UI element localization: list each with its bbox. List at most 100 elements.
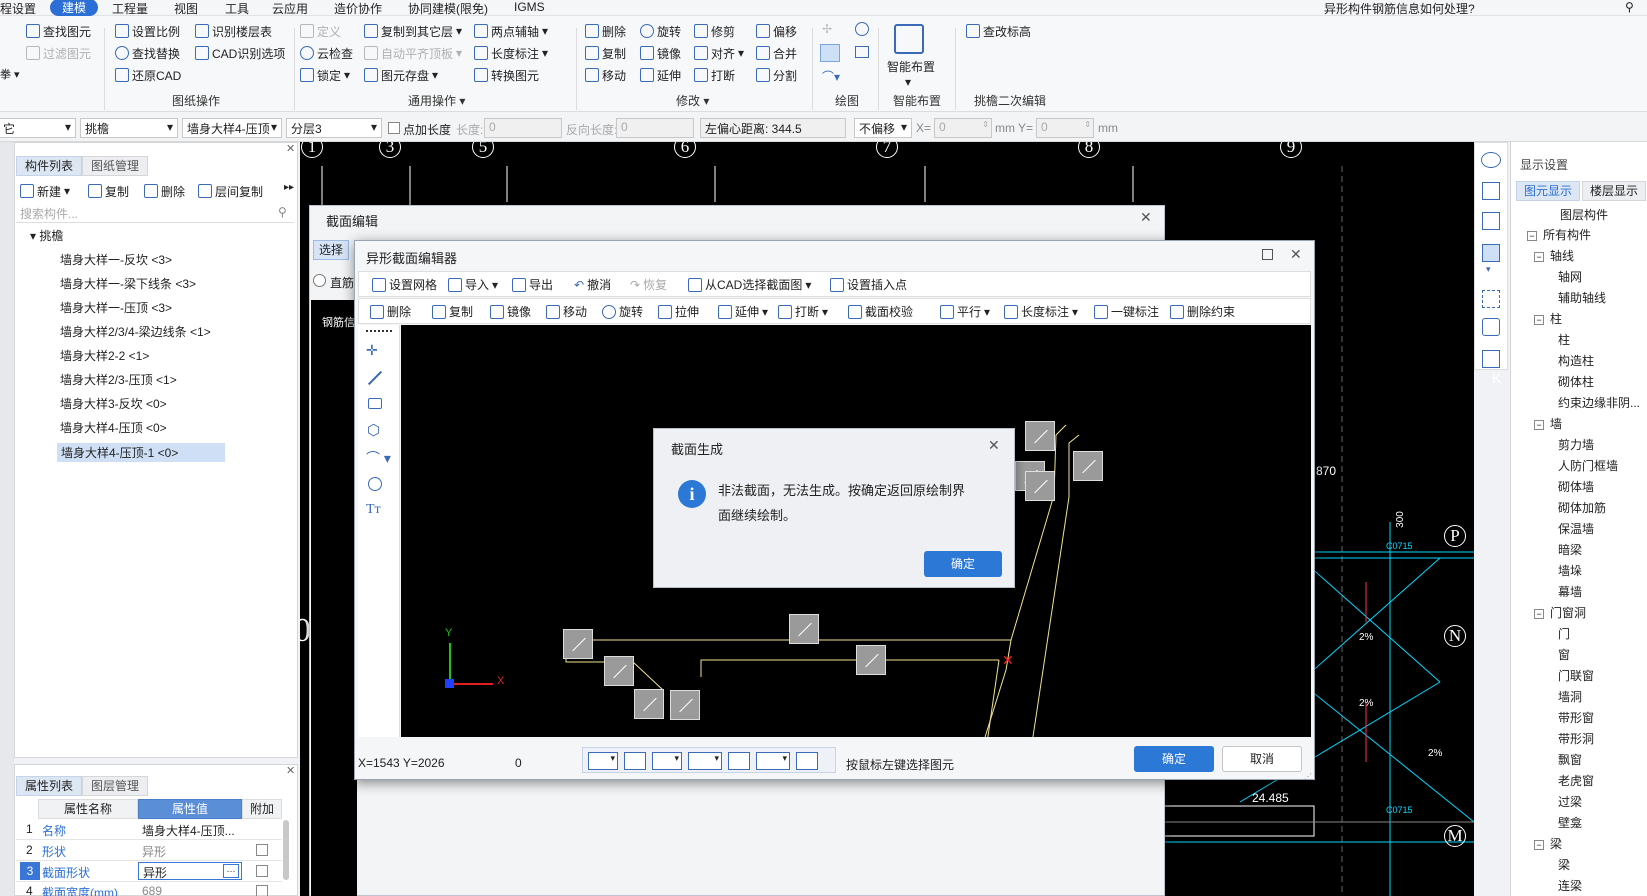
break-button[interactable]: 打断 <box>694 66 735 84</box>
delete-button[interactable]: 删除 <box>585 22 626 40</box>
smart-layout-button[interactable]: 智能布置 ▾ <box>887 58 935 89</box>
lock-button[interactable]: 锁定 ▾ <box>300 66 350 84</box>
list-item[interactable]: 带形洞 <box>1558 730 1594 747</box>
point-tool-icon[interactable]: ✢ <box>822 22 832 36</box>
filter-element-button[interactable]: 过滤图元 <box>26 44 91 62</box>
copy-component-button[interactable]: 复制 <box>88 182 129 200</box>
text-tool-icon[interactable]: Tт <box>366 502 381 518</box>
move-button[interactable]: 移动 <box>585 66 626 84</box>
offset-distance-field[interactable]: 左偏心距离: 344.5 <box>700 118 846 138</box>
identify-floor-table-button[interactable]: 识别楼层表 <box>195 22 272 40</box>
editor-delete-button[interactable]: 删除 <box>370 303 411 320</box>
list-item[interactable]: 门 <box>1558 625 1570 642</box>
list-item[interactable]: 墙身大样一-压顶 <3> <box>60 299 172 316</box>
snap-perp-icon[interactable]: ▾ <box>756 752 790 770</box>
constraint-marker[interactable] <box>1025 421 1055 451</box>
polygon-tool-icon[interactable]: ⬡ <box>367 421 380 439</box>
collapse-icon[interactable]: − <box>1527 230 1537 241</box>
x-input[interactable]: 0 ⇕ <box>934 118 992 138</box>
constraint-marker[interactable] <box>670 690 700 720</box>
table-row[interactable]: 1 名称 墙身大样4-压顶... <box>16 819 282 840</box>
tab-settings[interactable]: 程设置 <box>0 0 36 17</box>
parallel-button[interactable]: 平行 ▾ <box>940 303 990 320</box>
list-item[interactable]: 墙身大样一-反坎 <3> <box>60 251 172 268</box>
view-dropdown-icon[interactable]: ▾ <box>1486 264 1491 275</box>
list-item[interactable]: 墙身大样2/3/4-梁边线条 <1> <box>60 323 211 340</box>
reverse-length-input[interactable]: 0 <box>616 118 694 138</box>
editor-stretch-button[interactable]: 拉伸 <box>658 303 699 320</box>
tab-tools[interactable]: 工具 <box>225 0 249 17</box>
cloud-check-button[interactable]: 云检查 <box>300 44 353 62</box>
redo-button[interactable]: ↷ 恢复 <box>630 276 667 293</box>
copy-to-floor-button[interactable]: 复制到其它层 ▾ <box>364 22 462 40</box>
floor-select[interactable]: 它 ▾ <box>0 118 76 138</box>
extra-checkbox[interactable] <box>256 844 268 856</box>
extra-checkbox[interactable] <box>256 885 268 896</box>
constraint-marker[interactable] <box>1073 451 1103 481</box>
tab-cloud[interactable]: 云应用 <box>272 0 308 17</box>
constraint-marker[interactable] <box>634 689 664 719</box>
table-row[interactable]: 4 截面宽度(mm) 689 <box>16 882 282 896</box>
tab-quantity[interactable]: 工程量 <box>112 0 148 17</box>
list-item[interactable]: 人防门框墙 <box>1558 457 1618 474</box>
constraint-marker[interactable] <box>856 645 886 675</box>
find-element-button[interactable]: 查找图元 <box>26 22 91 40</box>
tab-attribute-list[interactable]: 属性列表 <box>16 776 82 796</box>
restore-cad-button[interactable]: 还原CAD <box>115 66 181 84</box>
list-item[interactable]: 砌体柱 <box>1558 373 1594 390</box>
tree-group[interactable]: − 墙 <box>1534 415 1562 432</box>
list-item-selected[interactable]: 墙身大样4-压顶-1 <0> <box>57 443 225 462</box>
tree-root-cornice[interactable]: ▾ 挑檐 <box>30 227 63 244</box>
smart-layout-icon[interactable] <box>894 24 924 54</box>
list-item[interactable]: 门联窗 <box>1558 667 1594 684</box>
collapse-icon[interactable]: − <box>1534 314 1544 325</box>
auto-align-button[interactable]: 自动平齐顶板 ▾ <box>364 44 462 62</box>
ribbon-arrow[interactable]: 拳 ▾ <box>0 66 20 82</box>
two-point-axis-button[interactable]: 两点辅轴 ▾ <box>474 22 548 40</box>
collapse-icon[interactable]: − <box>1534 608 1544 619</box>
tree-root[interactable]: − 所有构件 <box>1527 226 1591 243</box>
tab-igms[interactable]: IGMS <box>514 0 545 14</box>
type-select[interactable]: 挑檐 ▾ <box>80 118 178 138</box>
select-button[interactable]: 选择 <box>313 240 349 260</box>
list-item[interactable]: 墙洞 <box>1558 688 1582 705</box>
attr-panel-close-icon[interactable]: ✕ <box>286 764 295 777</box>
hint-bulb-icon[interactable] <box>796 752 818 770</box>
list-item[interactable]: 幕墙 <box>1558 583 1582 600</box>
component-select[interactable]: 墙身大样4-压顶 ▾ <box>182 118 282 138</box>
check-elevation-button[interactable]: 查改标高 <box>966 22 1031 40</box>
help-search-input[interactable]: 异形构件钢筋信息如何处理? <box>1324 0 1624 17</box>
convert-element-button[interactable]: 转换图元 <box>474 66 539 84</box>
define-button[interactable]: 定义 <box>300 22 341 40</box>
list-item[interactable]: 连梁 <box>1558 877 1582 894</box>
list-item[interactable]: 暗梁 <box>1558 541 1582 558</box>
floor-copy-button[interactable]: 层间复制 <box>198 182 263 200</box>
delete-constraint-button[interactable]: 删除约束 <box>1170 303 1235 320</box>
editor-dim-button[interactable]: 长度标注 ▾ <box>1004 303 1078 320</box>
mirror-button[interactable]: 镜像 <box>640 44 681 62</box>
snap-grid-icon[interactable]: ▾ <box>588 752 618 770</box>
snap-endpoint-icon[interactable]: ▾ <box>652 752 682 770</box>
orbit-icon[interactable] <box>1481 152 1501 168</box>
copy-button[interactable]: 复制 <box>585 44 626 62</box>
export-button[interactable]: 导出 <box>512 276 553 293</box>
tree-group[interactable]: − 轴线 <box>1534 247 1574 264</box>
cube-icon[interactable] <box>1482 212 1500 230</box>
delete-component-button[interactable]: 删除 <box>144 182 185 200</box>
set-insert-point-button[interactable]: 设置插入点 <box>830 276 907 293</box>
tree-group[interactable]: − 门窗洞 <box>1534 604 1586 621</box>
attr-value[interactable]: 墙身大样4-压顶... <box>142 822 242 839</box>
section-check-button[interactable]: 截面校验 <box>848 303 913 320</box>
extend-button[interactable]: 延伸 <box>640 66 681 84</box>
tab-element-display[interactable]: 图元显示 <box>1516 181 1580 201</box>
editor-mirror-button[interactable]: 镜像 <box>490 303 531 320</box>
list-item[interactable]: 老虎窗 <box>1558 772 1594 789</box>
constraint-marker[interactable] <box>563 629 593 659</box>
y-input[interactable]: 0 ⇕ <box>1036 118 1094 138</box>
section-edit-close-icon[interactable]: ✕ <box>1140 209 1152 226</box>
rect-tool-icon[interactable] <box>368 398 382 409</box>
select-tool-icon[interactable] <box>366 330 392 332</box>
split-button[interactable]: 分割 <box>756 66 797 84</box>
auto-dim-button[interactable]: 一键标注 <box>1094 303 1159 320</box>
list-item[interactable]: 砌体加筋 <box>1558 499 1606 516</box>
